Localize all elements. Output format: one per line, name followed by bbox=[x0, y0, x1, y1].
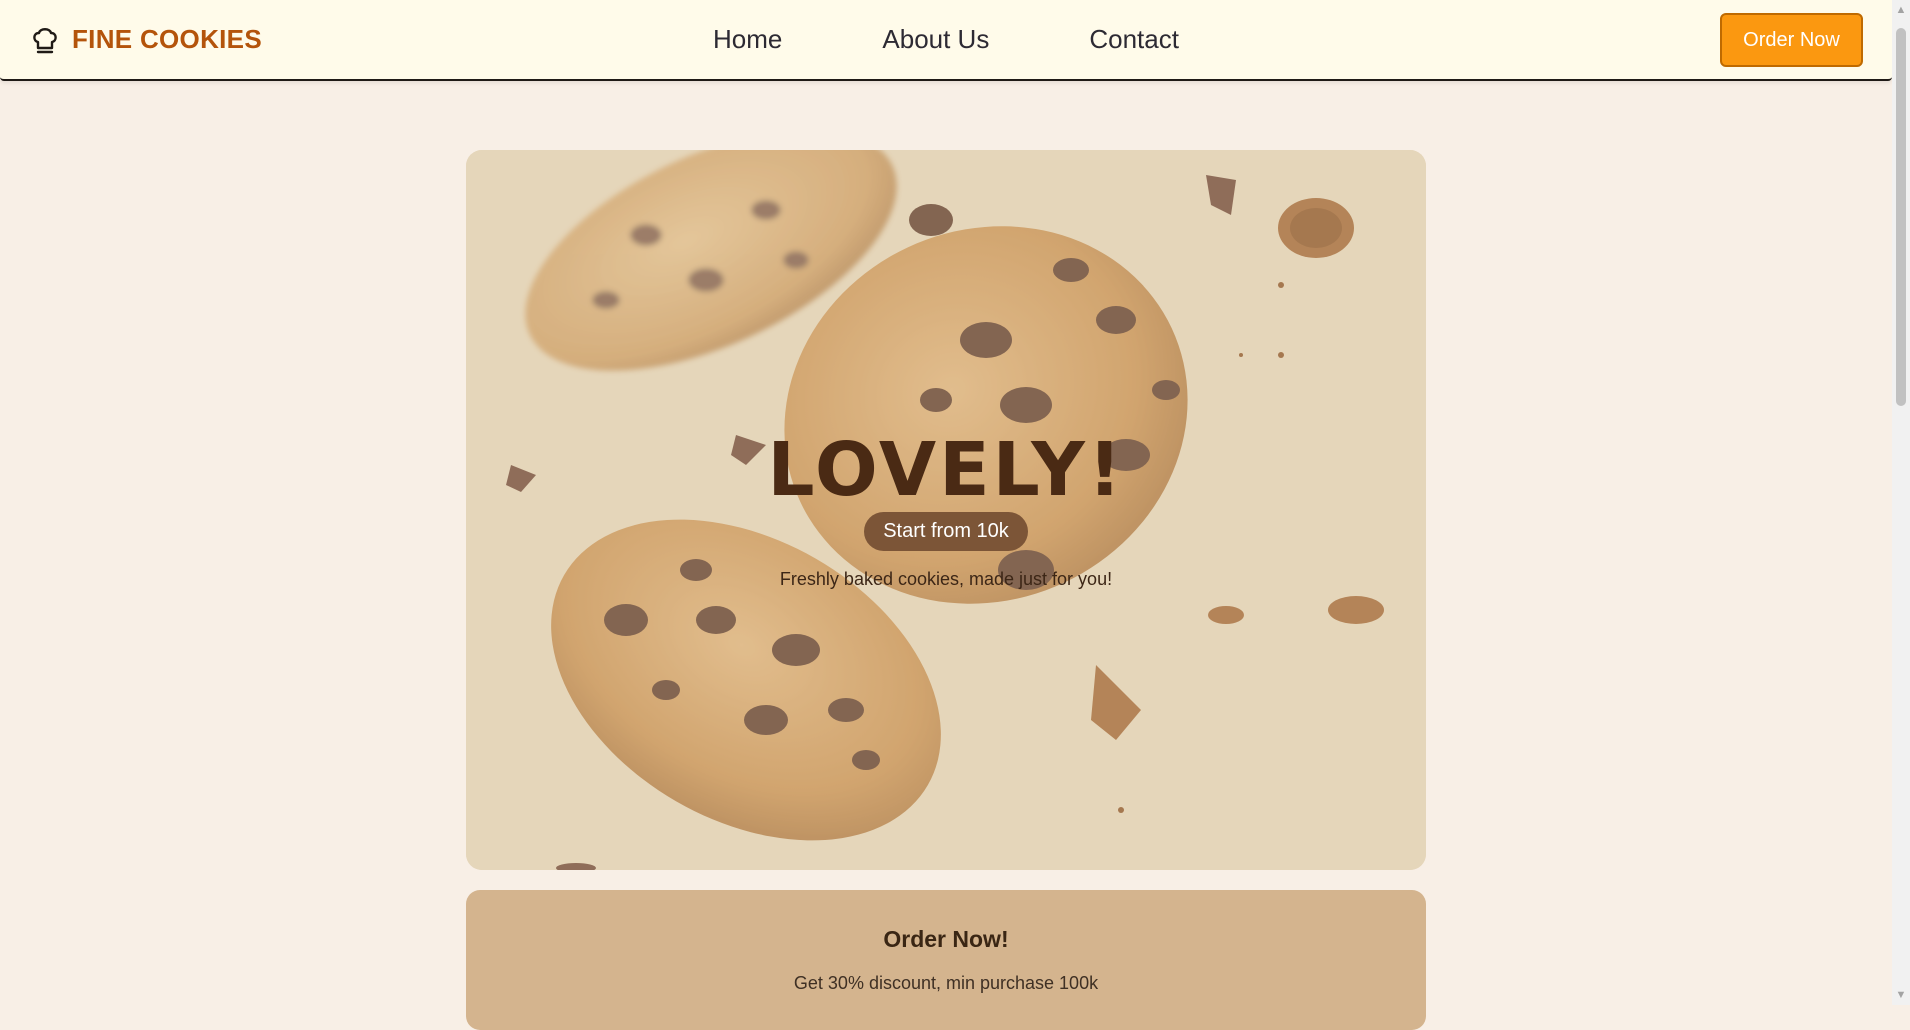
order-now-button[interactable]: Order Now bbox=[1720, 13, 1863, 67]
nav-link-home[interactable]: Home bbox=[713, 24, 782, 55]
main-nav: Home About Us Contact bbox=[0, 24, 1892, 55]
order-promo-card: Order Now! Get 30% discount, min purchas… bbox=[466, 890, 1426, 1030]
scroll-down-arrow-icon[interactable]: ▼ bbox=[1895, 989, 1907, 1001]
hero-subtitle: Freshly baked cookies, made just for you… bbox=[779, 569, 1113, 589]
top-navbar: FINE COOKIES Home About Us Contact Order… bbox=[0, 0, 1892, 81]
hero-banner: LOVELY! Start from 10k Freshly baked coo… bbox=[466, 150, 1426, 870]
order-section-text: Get 30% discount, min purchase 100k bbox=[793, 973, 1099, 993]
hero-title: LOVELY! bbox=[767, 427, 1125, 513]
scrollbar-thumb[interactable] bbox=[1896, 28, 1906, 406]
nav-link-contact[interactable]: Contact bbox=[1089, 24, 1179, 55]
nav-link-about-us[interactable]: About Us bbox=[882, 24, 989, 55]
hero-content: LOVELY! Start from 10k Freshly baked coo… bbox=[466, 428, 1426, 590]
order-section-title: Order Now! bbox=[883, 926, 1009, 952]
price-badge: Start from 10k bbox=[864, 512, 1028, 551]
scroll-up-arrow-icon[interactable]: ▲ bbox=[1895, 4, 1907, 16]
page-scrollbar[interactable]: ▲ ▼ bbox=[1892, 0, 1910, 1005]
